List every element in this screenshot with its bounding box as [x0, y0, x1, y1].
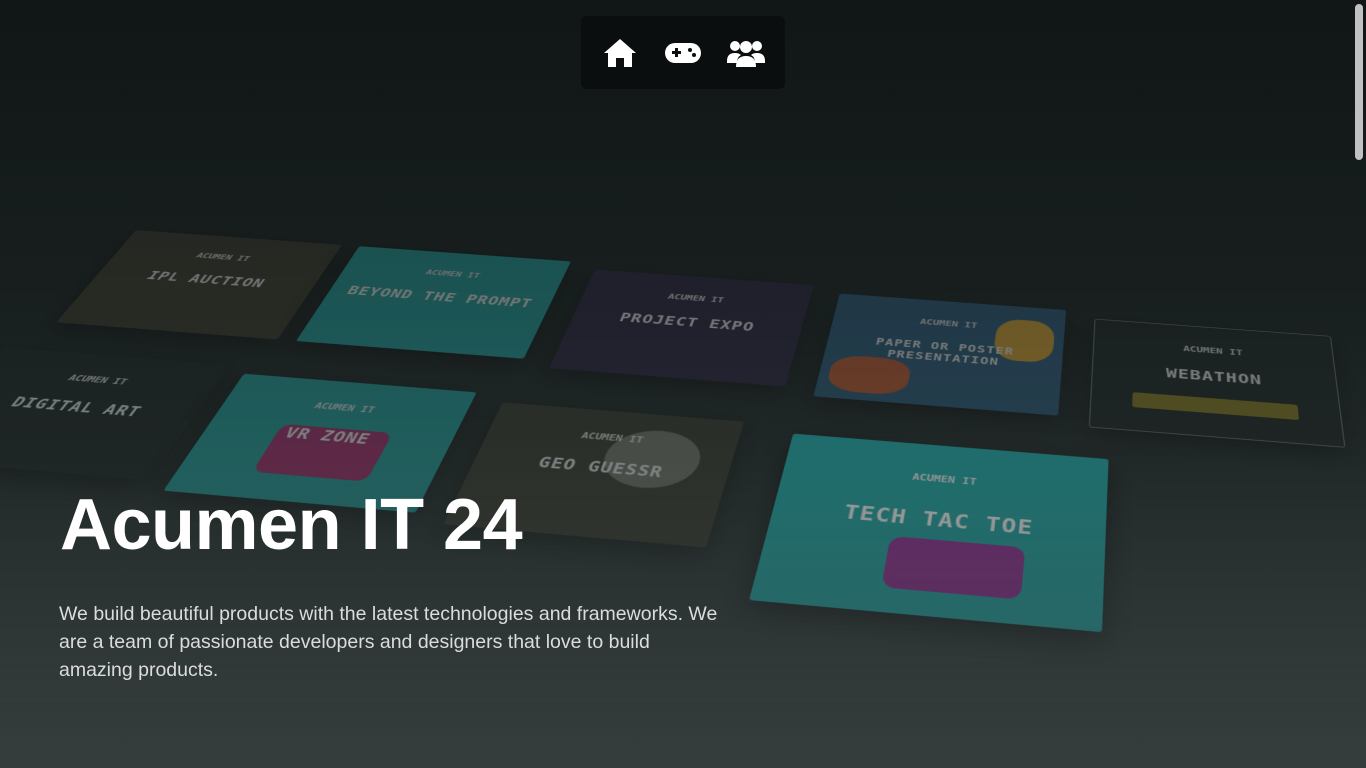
users-icon — [726, 40, 765, 67]
poster-header: ACUMEN IT — [423, 268, 482, 280]
poster-card[interactable]: ACUMEN IT PROJECT EXPO — [549, 269, 814, 387]
poster-card[interactable]: ACUMEN IT WEBATHON — [1088, 318, 1346, 448]
nav-home-button[interactable] — [594, 27, 646, 79]
poster-title: PROJECT EXPO — [617, 310, 757, 335]
home-icon — [604, 38, 637, 67]
poster-card[interactable]: ACUMEN IT IPL AUCTION — [56, 230, 342, 340]
poster-title: DIGITAL ART — [6, 394, 146, 421]
poster-header: ACUMEN IT — [312, 400, 377, 416]
scrollbar-thumb[interactable] — [1355, 4, 1363, 160]
poster-title: IPL AUCTION — [142, 268, 269, 291]
hero-title: Acumen IT 24 — [60, 485, 523, 565]
poster-card[interactable]: ACUMEN IT PAPER OR POSTER PRESENTATION — [813, 293, 1067, 416]
poster-header: ACUMEN IT — [65, 372, 130, 387]
poster-header: ACUMEN IT — [666, 292, 725, 305]
poster-title: TECH TAC TOE — [841, 501, 1035, 540]
poster-title: WEBATHON — [1165, 365, 1263, 389]
poster-title: BEYOND THE PROMPT — [343, 283, 536, 311]
poster-card[interactable]: ACUMEN IT BEYOND THE PROMPT — [296, 246, 571, 359]
poster-header: ACUMEN IT — [1183, 344, 1243, 358]
nav-games-button[interactable] — [657, 27, 709, 79]
gamepad-icon — [664, 42, 701, 63]
poster-header: ACUMEN IT — [911, 471, 978, 488]
top-navbar — [581, 16, 785, 89]
nav-team-button[interactable] — [720, 27, 772, 79]
poster-header: ACUMEN IT — [194, 251, 252, 263]
page-scrollbar[interactable] — [1352, 0, 1366, 768]
poster-card[interactable]: ACUMEN IT TECH TAC TOE — [749, 433, 1109, 633]
hero-description: We build beautiful products with the lat… — [59, 603, 718, 681]
